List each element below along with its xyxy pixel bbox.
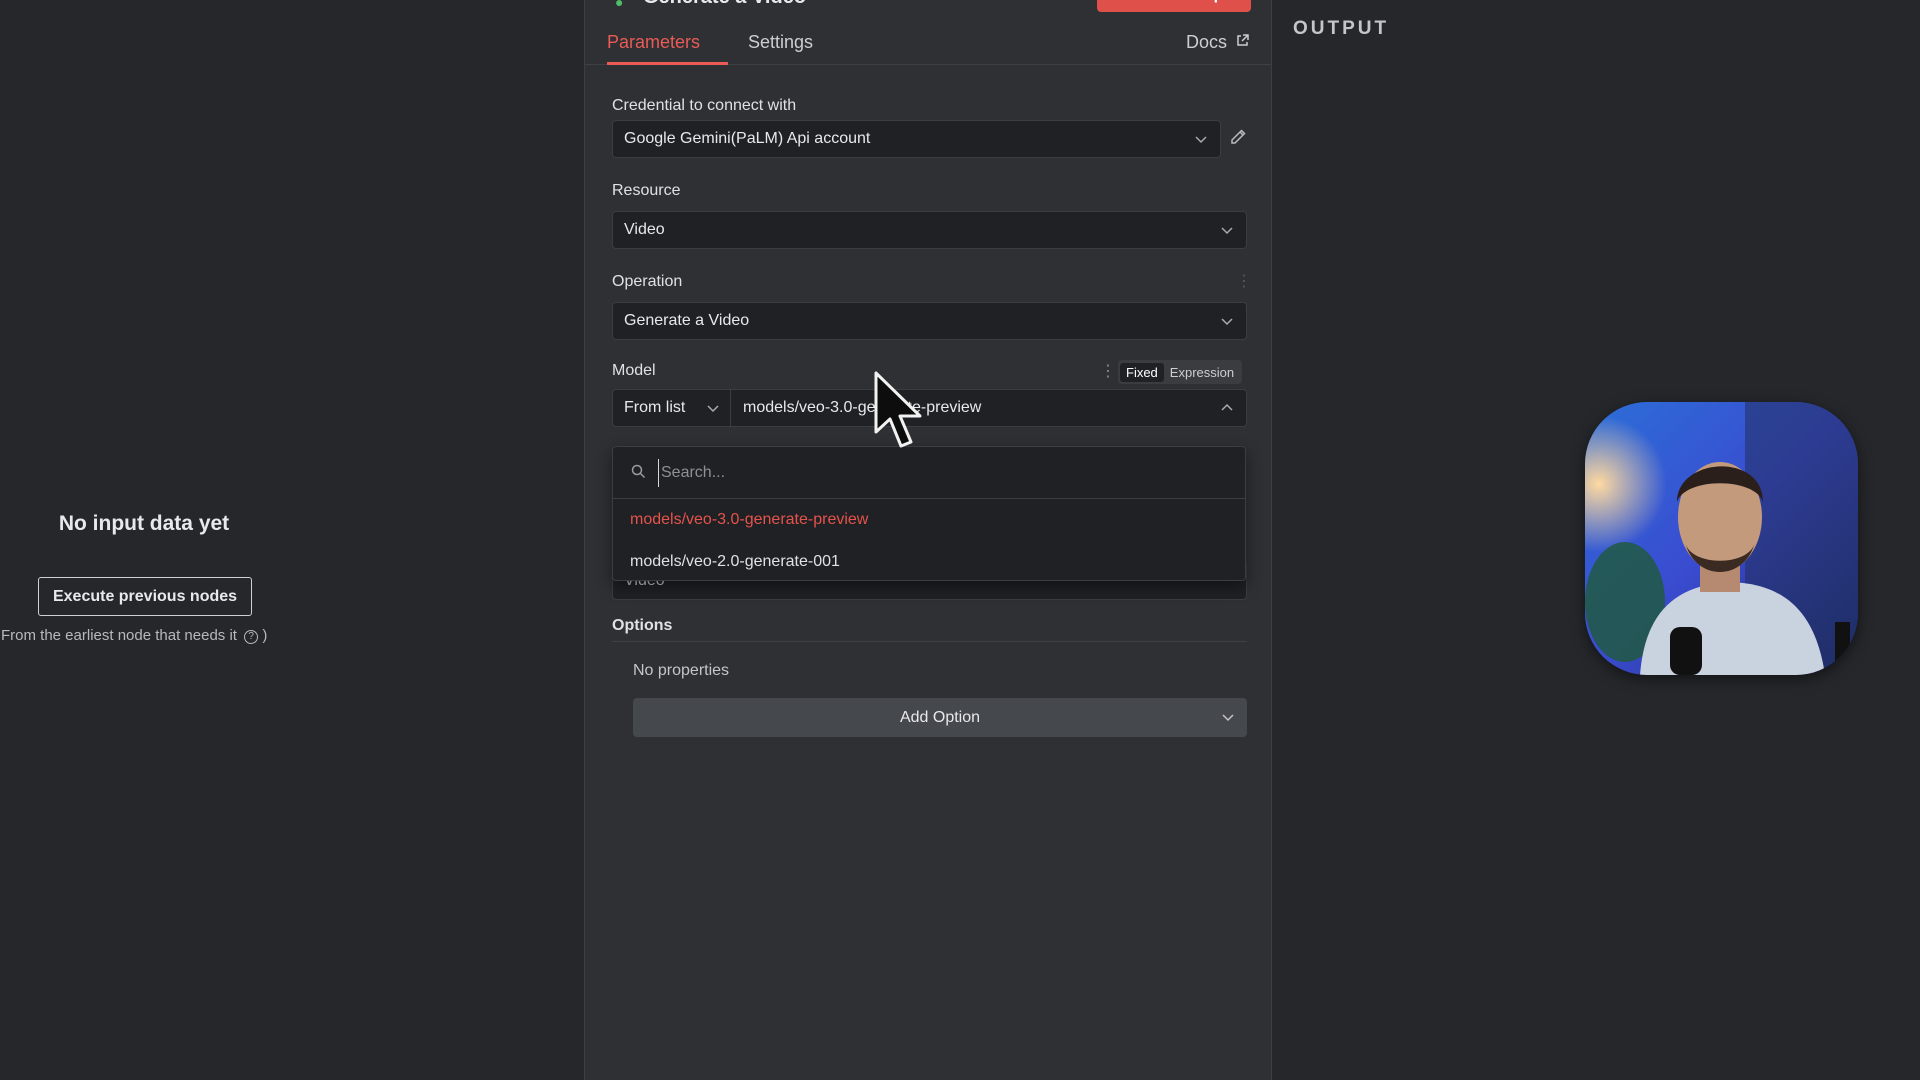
resource-select[interactable]: Video: [612, 211, 1247, 249]
active-tab-indicator: [607, 62, 728, 65]
expression-option[interactable]: Expression: [1164, 363, 1240, 382]
node-header: ● Generate a Video Execute step: [585, 0, 1271, 12]
chevron-down-icon: [1222, 714, 1234, 722]
execute-hint-suffix: ): [262, 627, 268, 644]
operation-options-icon[interactable]: ⋮: [1236, 274, 1252, 290]
fixed-option[interactable]: Fixed: [1120, 362, 1164, 382]
execute-hint: From the earliest node that needs it ? ): [1, 627, 267, 644]
no-properties-text: No properties: [633, 662, 730, 679]
operation-label: Operation: [612, 273, 683, 290]
external-link-icon: [1237, 34, 1249, 46]
model-dropdown: models/veo-3.0-generate-preview models/v…: [612, 446, 1246, 581]
model-mode-value: From list: [624, 399, 686, 416]
chevron-down-icon: [707, 405, 719, 413]
chevron-down-icon: [1195, 136, 1207, 144]
resource-value: Video: [624, 221, 665, 238]
search-icon: [631, 464, 646, 479]
model-options-icon[interactable]: ⋮: [1100, 364, 1116, 380]
mouse-pointer-icon: [874, 371, 922, 448]
input-panel: No input data yet Execute previous nodes…: [0, 0, 583, 1080]
node-type-icon: ●: [615, 0, 624, 10]
execute-step-button[interactable]: Execute step: [1097, 0, 1251, 12]
model-select[interactable]: models/veo-3.0-generate-preview: [731, 389, 1247, 427]
operation-select[interactable]: Generate a Video: [612, 302, 1247, 340]
dropdown-option-veo-2[interactable]: models/veo-2.0-generate-001: [630, 553, 840, 571]
credential-select[interactable]: Google Gemini(PaLM) Api account: [612, 120, 1221, 158]
output-title: OUTPUT: [1293, 18, 1390, 39]
tab-settings[interactable]: Settings: [748, 32, 813, 53]
model-search-input[interactable]: [658, 459, 1218, 487]
add-option-button[interactable]: Add Option: [633, 698, 1247, 737]
panel-tabs: Parameters Settings Docs: [585, 20, 1271, 65]
presenter-video-image: [1585, 402, 1858, 675]
credential-value: Google Gemini(PaLM) Api account: [624, 130, 871, 147]
operation-value: Generate a Video: [624, 312, 750, 329]
tab-parameters[interactable]: Parameters: [607, 32, 700, 53]
node-title[interactable]: Generate a Video: [643, 0, 806, 9]
webcam-overlay: [1585, 402, 1858, 675]
edit-credential-icon[interactable]: [1229, 128, 1247, 146]
parameters-panel: ● Generate a Video Execute step Paramete…: [584, 0, 1272, 1080]
model-value: models/veo-3.0-generate-preview: [743, 399, 982, 416]
help-icon[interactable]: ?: [244, 630, 259, 644]
chevron-down-icon: [1221, 227, 1233, 235]
execute-previous-nodes-button[interactable]: Execute previous nodes: [38, 577, 252, 616]
dropdown-option-veo-3[interactable]: models/veo-3.0-generate-preview: [630, 511, 868, 529]
fixed-expression-toggle: Fixed Expression: [1118, 360, 1243, 384]
chevron-up-icon: [1221, 403, 1233, 411]
chevron-down-icon: [1221, 318, 1233, 326]
add-option-label: Add Option: [899, 708, 981, 726]
credential-label: Credential to connect with: [612, 97, 797, 114]
model-mode-select[interactable]: From list: [612, 389, 731, 427]
model-label: Model: [612, 362, 656, 379]
docs-link[interactable]: Docs: [1186, 32, 1249, 53]
docs-label: Docs: [1185, 32, 1227, 52]
no-input-title: No input data yet: [58, 512, 230, 535]
execute-hint-text: From the earliest node that needs it: [1, 627, 237, 644]
resource-label: Resource: [612, 182, 681, 199]
options-label: Options: [612, 617, 673, 634]
output-panel: OUTPUT: [1273, 0, 1920, 1080]
options-divider: [612, 641, 1247, 642]
